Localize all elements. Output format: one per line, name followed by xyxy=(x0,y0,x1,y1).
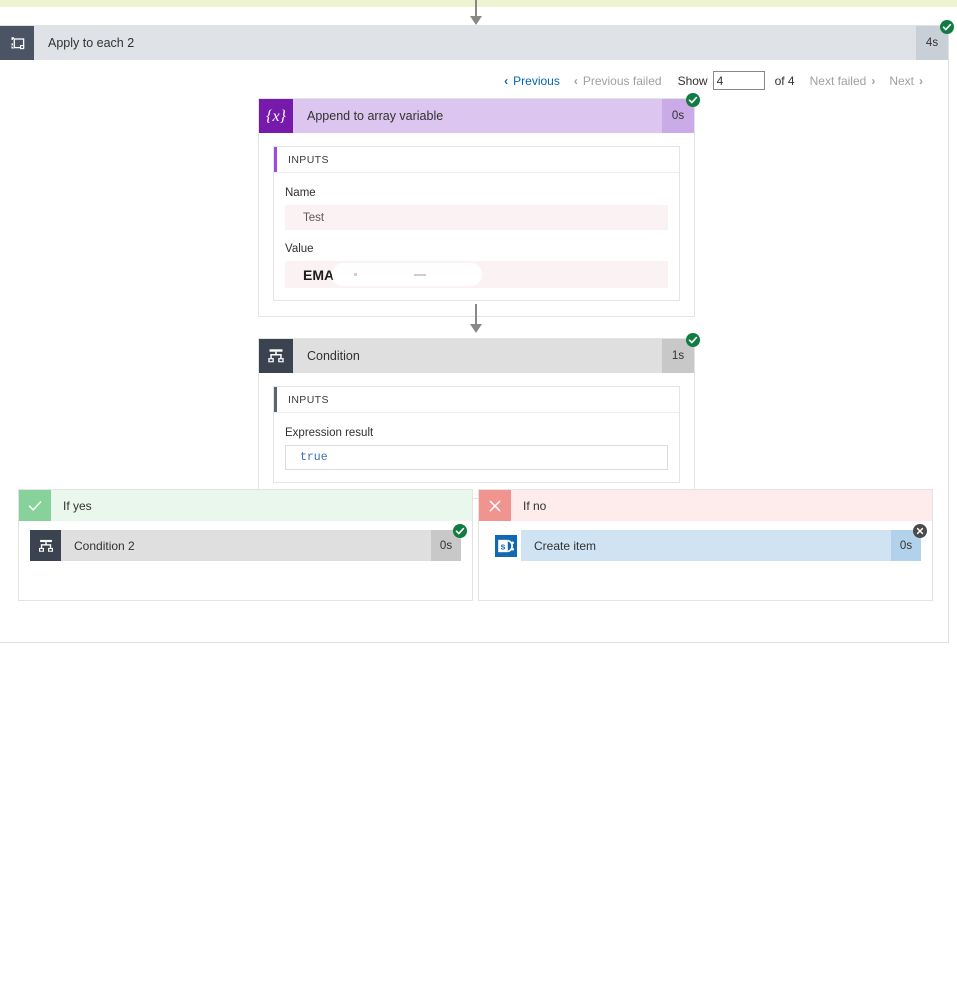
inputs-panel-header: INPUTS xyxy=(274,147,679,173)
inputs-panel-title: INPUTS xyxy=(288,153,329,166)
inputs-panel-header: INPUTS xyxy=(274,387,679,413)
status-badge-skipped xyxy=(913,524,927,538)
branch-if-no[interactable]: If no s Create item 0s xyxy=(478,489,933,601)
previous-button[interactable]: ‹ Previous xyxy=(497,74,567,88)
chevron-right-icon: › xyxy=(919,73,923,88)
action-title: Append to array variable xyxy=(307,109,444,123)
chevron-left-icon: ‹ xyxy=(504,73,509,88)
svg-text:s: s xyxy=(500,541,505,551)
next-failed-label: Next failed xyxy=(809,73,867,88)
scope-card-apply-to-each[interactable]: Apply to each 2 4s ‹ Previous ‹ Previous… xyxy=(0,20,954,643)
inputs-panel-title: INPUTS xyxy=(288,393,329,406)
field-label-name: Name xyxy=(285,187,316,199)
action-card-condition-2[interactable]: Condition 2 0s xyxy=(30,524,467,561)
chevron-right-icon: › xyxy=(871,73,876,88)
status-badge-success xyxy=(940,20,954,34)
action-header[interactable]: {x} Append to array variable 0s xyxy=(259,93,700,133)
action-header[interactable]: Condition 1s xyxy=(259,333,700,373)
inputs-panel: INPUTS Expression result true xyxy=(273,386,680,483)
status-badge-success xyxy=(686,333,700,347)
variable-braces-icon: {x} xyxy=(259,99,293,133)
branch-label-if-yes: If yes xyxy=(63,498,92,513)
branch-header-if-yes[interactable]: If yes xyxy=(19,490,472,521)
panel-accent-bar xyxy=(274,147,277,172)
condition-icon xyxy=(259,339,293,373)
next-button[interactable]: Next › xyxy=(882,74,930,88)
show-page-input[interactable] xyxy=(712,71,765,90)
field-value-expression-result: true xyxy=(285,445,668,470)
of-total-label: of 4 xyxy=(774,73,795,88)
inputs-panel-body: Name Test Value EMAIL xyxy=(274,173,679,300)
action-card-condition[interactable]: Condition 1s INPUTS Expression result tr… xyxy=(258,333,700,499)
next-failed-button[interactable]: Next failed › xyxy=(803,74,883,88)
panel-accent-bar xyxy=(274,387,277,412)
inputs-panel-wrap: INPUTS Name Test Value EMAIL xyxy=(259,133,694,316)
condition-icon xyxy=(30,530,61,561)
branch-header-if-no[interactable]: If no xyxy=(479,490,932,521)
previous-failed-label: Previous failed xyxy=(582,73,662,88)
svg-text:{x}: {x} xyxy=(266,108,287,125)
show-label: Show xyxy=(677,73,708,88)
connector-arrowhead xyxy=(469,16,482,25)
redaction-overlay xyxy=(332,263,482,286)
branch-body-if-no: s Create item 0s xyxy=(479,521,932,561)
connector-arrow-to-condition xyxy=(464,304,488,334)
check-icon xyxy=(19,490,51,521)
connector-arrow-into-scope xyxy=(464,0,488,26)
next-label: Next xyxy=(889,73,914,88)
apply-to-each-icon xyxy=(0,26,34,60)
branch-if-yes[interactable]: If yes Condition 2 0s xyxy=(18,489,473,601)
child-action-title: Condition 2 xyxy=(74,538,135,553)
inputs-panel-body: Expression result true xyxy=(274,413,679,482)
previous-failed-button[interactable]: ‹ Previous failed xyxy=(567,74,669,88)
branch-body-if-yes: Condition 2 0s xyxy=(19,521,472,561)
connector-arrowhead xyxy=(469,324,482,333)
action-card-create-item[interactable]: s Create item 0s xyxy=(490,524,927,561)
status-badge-success xyxy=(686,93,700,107)
branch-label-if-no: If no xyxy=(523,498,547,513)
scope-header[interactable]: Apply to each 2 4s xyxy=(0,20,954,60)
field-label-expression-result: Expression result xyxy=(285,427,374,439)
chevron-left-icon: ‹ xyxy=(573,73,578,88)
previous-label: Previous xyxy=(513,73,560,88)
action-card-append-to-array-variable[interactable]: {x} Append to array variable 0s INPUTS N… xyxy=(258,93,700,317)
pagination-controls[interactable]: ‹ Previous ‹ Previous failed Show of 4 N… xyxy=(0,60,948,100)
action-title: Condition xyxy=(307,349,360,363)
sharepoint-icon: s xyxy=(490,530,521,561)
child-action-title: Create item xyxy=(534,538,597,553)
inputs-panel-wrap: INPUTS Expression result true xyxy=(259,373,694,498)
inputs-panel: INPUTS Name Test Value EMAIL xyxy=(273,146,680,301)
close-icon xyxy=(479,490,511,521)
field-label-value: Value xyxy=(285,243,314,255)
field-value-value: EMAIL xyxy=(285,261,668,288)
status-badge-success xyxy=(453,524,467,538)
field-value-name: Test xyxy=(285,205,668,230)
scope-title: Apply to each 2 xyxy=(48,36,135,50)
